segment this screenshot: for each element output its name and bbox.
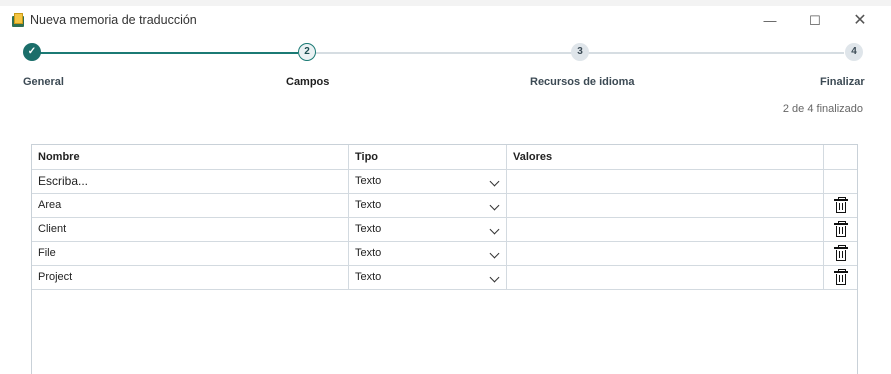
table-row: Client Texto [32,217,857,242]
step-2-circle[interactable]: 2 [298,43,316,61]
chevron-down-icon [489,272,500,283]
column-header-actions [824,145,857,169]
type-value: Texto [355,199,382,211]
type-value: Texto [355,271,382,283]
table-header: Nombre Tipo Valores [32,145,857,170]
column-header-name[interactable]: Nombre [32,145,349,169]
field-values-cell[interactable] [507,265,824,289]
field-type-select[interactable]: Texto [349,265,507,289]
new-field-type-select[interactable]: Texto [349,169,507,193]
field-name-cell[interactable]: Client [32,217,349,241]
trash-icon [833,245,848,261]
field-name-cell[interactable]: Area [32,193,349,217]
chevron-down-icon [489,224,500,235]
table-row: Area Texto [32,193,857,218]
minimize-button[interactable]: — [750,9,790,33]
step-1-check-icon[interactable]: ✓ [23,43,41,61]
column-header-values[interactable]: Valores [507,145,824,169]
title-bar: Nueva memoria de traducción — ☐ ✕ [0,6,891,36]
wizard-stepper: ✓ 2 3 4 General Campos Recursos de idiom… [0,42,891,92]
chevron-down-icon [489,200,500,211]
progress-status: 2 de 4 finalizado [782,103,863,115]
delete-field-button[interactable] [824,217,857,241]
step-3-label[interactable]: Recursos de idioma [530,76,635,88]
fields-table: Nombre Tipo Valores Escriba... Texto Are… [31,144,858,374]
stepper-progress-line [40,52,298,54]
field-values-cell[interactable] [507,241,824,265]
field-type-select[interactable]: Texto [349,217,507,241]
new-field-name-input[interactable]: Escriba... [32,169,349,193]
chevron-down-icon [489,176,500,187]
dialog-window: Nueva memoria de traducción — ☐ ✕ ✓ 2 3 … [0,6,891,374]
step-1-label[interactable]: General [23,76,64,88]
trash-icon [833,197,848,213]
field-type-select[interactable]: Texto [349,193,507,217]
type-value: Texto [355,175,382,187]
new-field-values-cell[interactable] [507,169,824,193]
new-field-row: Escriba... Texto [32,169,857,194]
type-value: Texto [355,223,382,235]
new-field-actions-cell [824,169,857,193]
field-values-cell[interactable] [507,193,824,217]
step-2-label[interactable]: Campos [286,76,329,88]
table-row: Project Texto [32,265,857,290]
app-icon [10,13,26,27]
field-type-select[interactable]: Texto [349,241,507,265]
close-button[interactable]: ✕ [840,9,880,33]
table-row: File Texto [32,241,857,266]
maximize-button[interactable]: ☐ [795,9,835,33]
trash-icon [833,269,848,285]
chevron-down-icon [489,248,500,259]
step-4-label[interactable]: Finalizar [820,76,865,88]
delete-field-button[interactable] [824,241,857,265]
delete-field-button[interactable] [824,193,857,217]
type-value: Texto [355,247,382,259]
step-3-circle[interactable]: 3 [571,43,589,61]
delete-field-button[interactable] [824,265,857,289]
field-name-cell[interactable]: Project [32,265,349,289]
step-4-circle[interactable]: 4 [845,43,863,61]
window-title: Nueva memoria de traducción [30,13,197,27]
field-name-cell[interactable]: File [32,241,349,265]
field-values-cell[interactable] [507,217,824,241]
trash-icon [833,221,848,237]
column-header-type[interactable]: Tipo [349,145,507,169]
